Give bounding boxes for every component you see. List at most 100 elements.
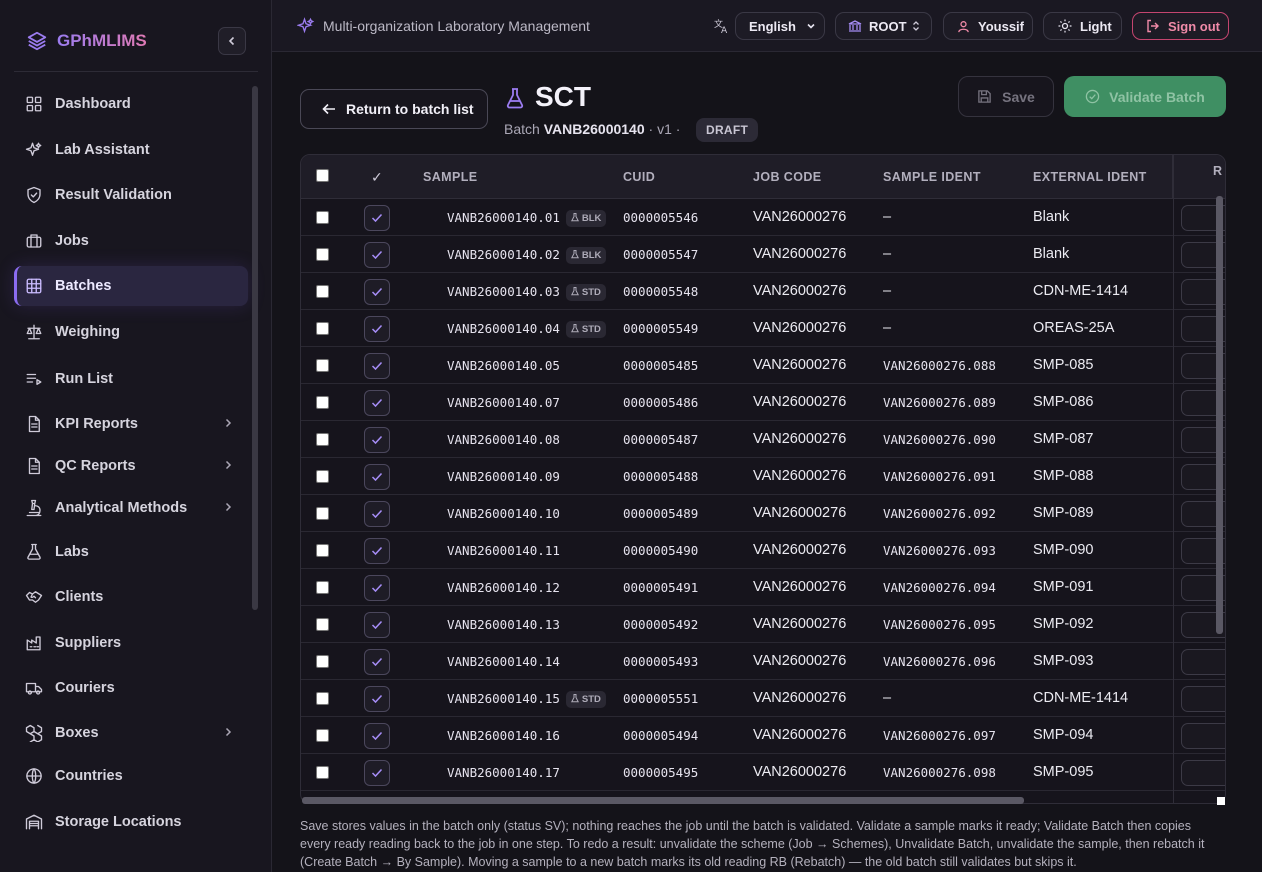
column-header-cuid[interactable]: CUID [623, 155, 655, 199]
validate-sample-checkbox[interactable] [364, 649, 390, 675]
column-header-external-ident[interactable]: EXTERNAL IDENT [1033, 155, 1147, 199]
validate-sample-checkbox[interactable] [364, 390, 390, 416]
sidebar-item-run-list[interactable]: Run List [14, 359, 248, 399]
table-row[interactable]: VANB26000140.01 BLK 0000005546 VAN26000276 –… [301, 199, 1225, 236]
sidebar-item-label: Weighing [55, 324, 120, 340]
column-header-job-code[interactable]: JOB CODE [753, 155, 822, 199]
theme-toggle[interactable]: Light [1043, 12, 1122, 40]
table-row[interactable]: VANB26000140.02 BLK 0000005547 VAN26000276 –… [301, 236, 1225, 273]
row-select-checkbox[interactable] [316, 433, 329, 446]
result-input[interactable] [1181, 649, 1225, 675]
table-row[interactable]: VANB26000140.04 STD 0000005549 VAN26000276 –… [301, 310, 1225, 347]
validate-batch-button[interactable]: Validate Batch [1064, 76, 1226, 117]
sample-type-badge: STD [565, 321, 606, 338]
sign-out-button[interactable]: Sign out [1132, 12, 1229, 40]
table-row[interactable]: VANB26000140.10 0000005489 VAN26000276 VAN2… [301, 495, 1225, 532]
validate-sample-checkbox[interactable] [364, 205, 390, 231]
row-select-checkbox[interactable] [316, 618, 329, 631]
result-input[interactable] [1181, 760, 1225, 786]
row-select-checkbox[interactable] [316, 655, 329, 668]
row-select-checkbox[interactable] [316, 692, 329, 705]
table-horizontal-scrollbar[interactable] [302, 797, 1024, 804]
sidebar-item-qc-reports[interactable]: QC Reports [14, 446, 248, 486]
table-row[interactable]: VANB26000140.03 STD 0000005548 VAN26000276 –… [301, 273, 1225, 310]
sample-cell: VANB26000140.14 [447, 643, 560, 680]
table-row[interactable]: VANB26000140.12 0000005491 VAN26000276 VAN2… [301, 569, 1225, 606]
validate-sample-checkbox[interactable] [364, 279, 390, 305]
row-select-checkbox[interactable] [316, 766, 329, 779]
validate-sample-checkbox[interactable] [364, 686, 390, 712]
row-select-checkbox[interactable] [316, 322, 329, 335]
table-row[interactable]: VANB26000140.16 0000005494 VAN26000276 VAN2… [301, 717, 1225, 754]
sidebar-item-kpi-reports[interactable]: KPI Reports [14, 404, 248, 444]
sidebar-item-couriers[interactable]: Couriers [14, 668, 248, 708]
return-to-batch-list-button[interactable]: Return to batch list [300, 89, 488, 129]
table-row[interactable]: VANB26000140.07 0000005486 VAN26000276 VAN2… [301, 384, 1225, 421]
sidebar-item-analytical-methods[interactable]: Analytical Methods [14, 488, 248, 528]
result-input[interactable] [1181, 686, 1225, 712]
table-row[interactable]: VANB26000140.09 0000005488 VAN26000276 VAN2… [301, 458, 1225, 495]
language-select[interactable]: English [735, 12, 825, 40]
row-select-checkbox[interactable] [316, 544, 329, 557]
validate-sample-checkbox[interactable] [364, 316, 390, 342]
table-row[interactable]: VANB26000140.08 0000005487 VAN26000276 VAN2… [301, 421, 1225, 458]
collapse-sidebar-button[interactable] [218, 27, 246, 55]
table-vertical-scrollbar[interactable] [1216, 196, 1223, 634]
sidebar-item-result-validation[interactable]: Result Validation [14, 175, 248, 215]
row-select-checkbox[interactable] [316, 359, 329, 372]
user-menu[interactable]: Youssif [943, 12, 1033, 40]
sidebar-item-jobs[interactable]: Jobs [14, 221, 248, 261]
app-subtitle: Multi-organization Laboratory Management [323, 18, 590, 34]
table-row[interactable]: VANB26000140.17 0000005495 VAN26000276 VAN2… [301, 754, 1225, 791]
sidebar-item-clients[interactable]: Clients [14, 577, 248, 617]
column-header-r[interactable]: R [1213, 155, 1222, 193]
org-select[interactable]: ROOT [835, 12, 932, 40]
sidebar-item-label: Storage Locations [55, 814, 182, 830]
row-select-checkbox[interactable] [316, 285, 329, 298]
select-all-checkbox[interactable] [316, 169, 329, 182]
row-select-checkbox[interactable] [316, 211, 329, 224]
batch-version: · v1 · [648, 121, 681, 137]
check-icon [371, 435, 383, 445]
table-row[interactable]: VANB26000140.15 STD 0000005551 VAN26000276 –… [301, 680, 1225, 717]
row-select-checkbox[interactable] [316, 507, 329, 520]
sample-cell: VANB26000140.05 [447, 347, 560, 384]
microscope-icon [26, 499, 42, 517]
validate-sample-checkbox[interactable] [364, 242, 390, 268]
table-row[interactable]: VANB26000140.13 0000005492 VAN26000276 VAN2… [301, 606, 1225, 643]
sidebar-item-boxes[interactable]: Boxes [14, 713, 248, 753]
cuid-cell: 0000005487 [623, 432, 699, 447]
result-input[interactable] [1181, 723, 1225, 749]
validate-sample-checkbox[interactable] [364, 760, 390, 786]
row-select-checkbox[interactable] [316, 581, 329, 594]
validate-sample-checkbox[interactable] [364, 575, 390, 601]
validate-sample-checkbox[interactable] [364, 723, 390, 749]
row-select-checkbox[interactable] [316, 470, 329, 483]
validate-sample-checkbox[interactable] [364, 464, 390, 490]
row-select-checkbox[interactable] [316, 396, 329, 409]
sidebar-item-labs[interactable]: Labs [14, 532, 248, 572]
sidebar-scrollbar[interactable] [252, 86, 258, 610]
sidebar-item-weighing[interactable]: Weighing [14, 312, 248, 352]
table-row[interactable]: VANB26000140.14 0000005493 VAN26000276 VAN2… [301, 643, 1225, 680]
sidebar-item-storage-locations[interactable]: Storage Locations [14, 802, 248, 842]
column-header-sample-ident[interactable]: SAMPLE IDENT [883, 155, 981, 199]
sidebar-item-label: Boxes [55, 725, 99, 741]
validate-sample-checkbox[interactable] [364, 612, 390, 638]
row-select-checkbox[interactable] [316, 248, 329, 261]
column-header-sample[interactable]: SAMPLE [423, 155, 478, 199]
table-row[interactable]: VANB26000140.05 0000005485 VAN26000276 VAN2… [301, 347, 1225, 384]
save-button[interactable]: Save [958, 76, 1054, 117]
sample-ident-cell: – [883, 246, 892, 262]
sidebar-item-countries[interactable]: Countries [14, 756, 248, 796]
validate-sample-checkbox[interactable] [364, 538, 390, 564]
sidebar-item-dashboard[interactable]: Dashboard [14, 84, 248, 124]
sidebar-item-suppliers[interactable]: Suppliers [14, 623, 248, 663]
sidebar-item-lab-assistant[interactable]: Lab Assistant [14, 130, 248, 170]
row-select-checkbox[interactable] [316, 729, 329, 742]
validate-sample-checkbox[interactable] [364, 353, 390, 379]
sidebar-item-batches[interactable]: Batches [14, 266, 248, 306]
table-row[interactable]: VANB26000140.11 0000005490 VAN26000276 VAN2… [301, 532, 1225, 569]
validate-sample-checkbox[interactable] [364, 501, 390, 527]
validate-sample-checkbox[interactable] [364, 427, 390, 453]
